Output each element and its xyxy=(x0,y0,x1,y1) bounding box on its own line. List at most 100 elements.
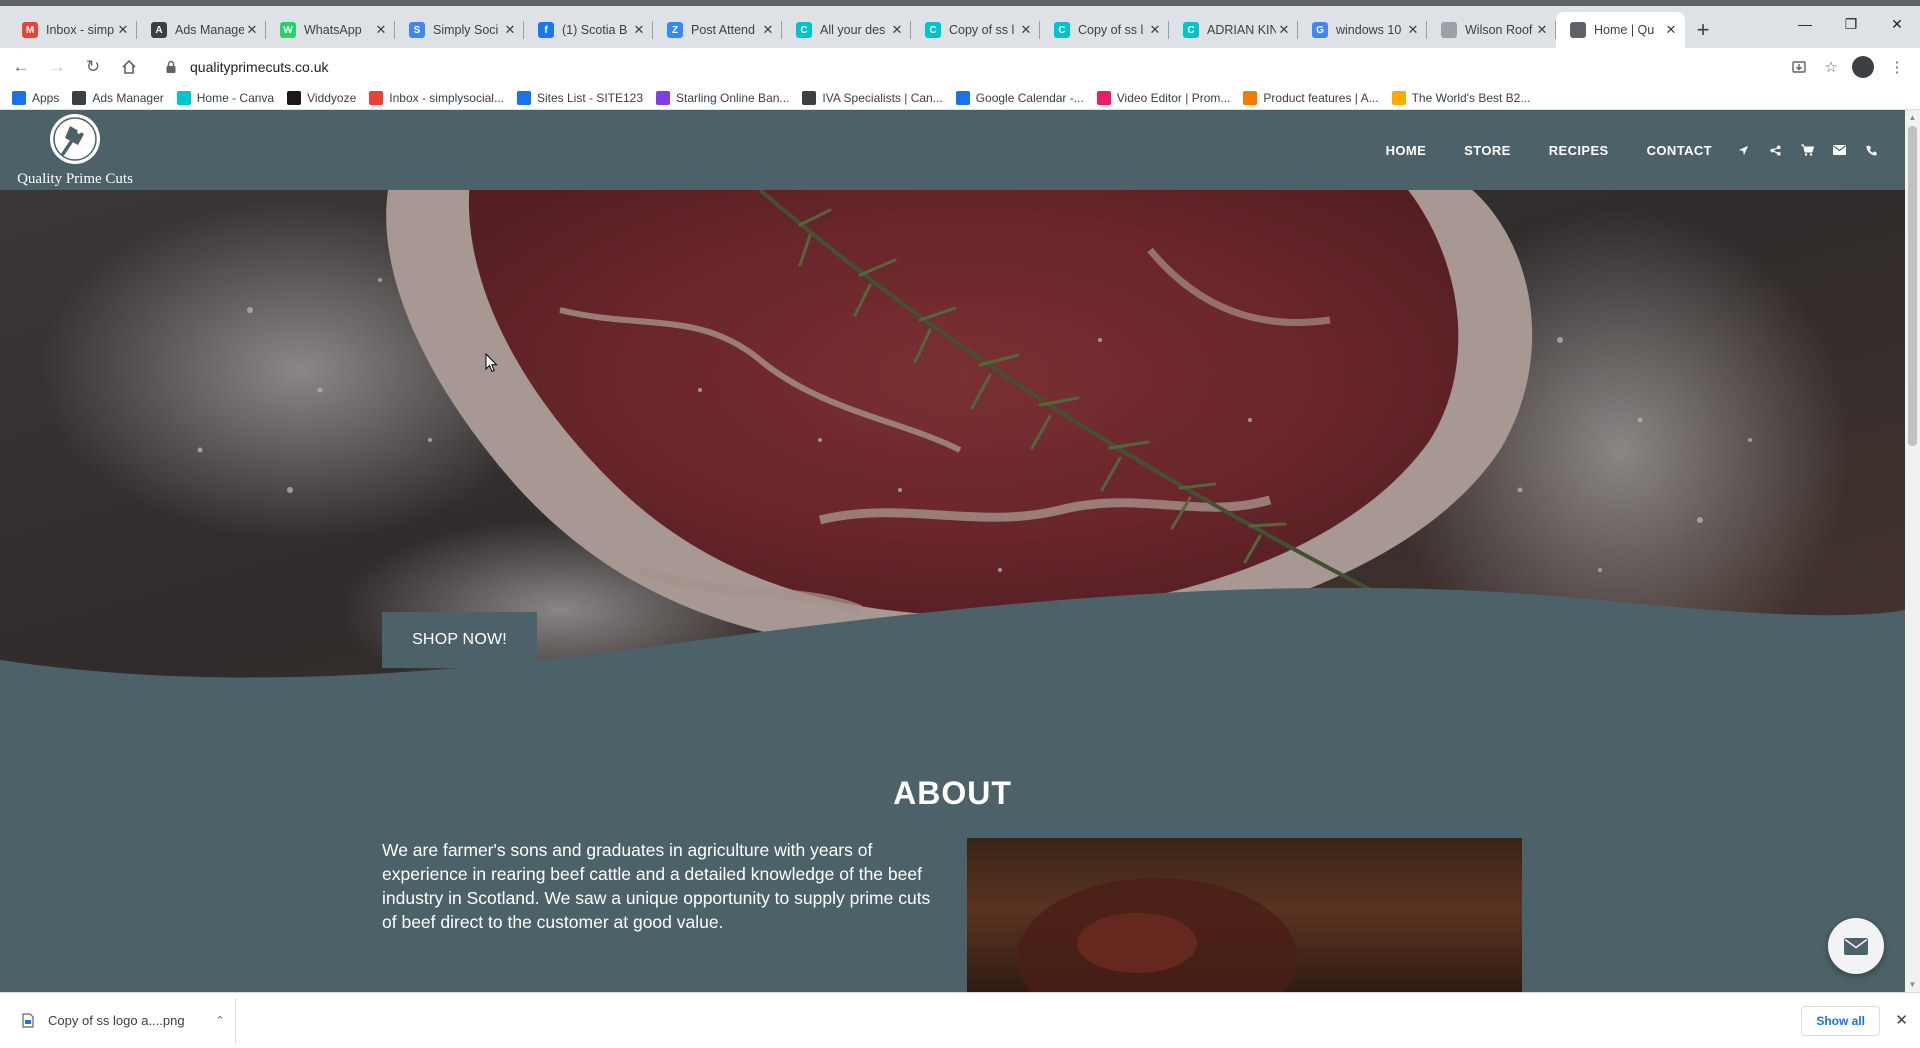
browser-tab[interactable]: A Ads Manager ✕ xyxy=(137,12,266,48)
bookmark-label: The World's Best B2... xyxy=(1411,90,1531,105)
browser-tab[interactable]: S Simply Soci ✕ xyxy=(395,12,524,48)
browser-tab[interactable]: Wilson Roof ✕ xyxy=(1427,12,1556,48)
browser-tab[interactable]: Z Post Attend ✕ xyxy=(653,12,782,48)
download-shelf: Copy of ss logo a....png ⌃ Show all ✕ xyxy=(0,992,1920,1048)
bookmark-item[interactable]: Apps xyxy=(12,90,59,105)
profile-avatar[interactable] xyxy=(1852,56,1874,78)
scroll-up-icon[interactable]: ▲ xyxy=(1908,113,1917,122)
globe-icon xyxy=(802,90,817,105)
close-window-icon[interactable]: ✕ xyxy=(1874,6,1920,42)
browser-tab[interactable]: M Inbox - simp ✕ xyxy=(8,12,137,48)
browser-tab[interactable]: f (1) Scotia B ✕ xyxy=(524,12,653,48)
bookmark-label: Viddyoze xyxy=(307,90,357,105)
google-icon: G xyxy=(1312,22,1328,38)
logo-text: Quality Prime Cuts xyxy=(17,171,133,187)
close-tab-icon[interactable]: ✕ xyxy=(1276,22,1292,38)
viddyoze-icon xyxy=(287,90,302,105)
new-tab-button[interactable]: + xyxy=(1685,12,1721,48)
browser-tab[interactable]: C All your des ✕ xyxy=(782,12,911,48)
close-tab-icon[interactable]: ✕ xyxy=(244,22,260,38)
window-controls: — ❐ ✕ xyxy=(1782,6,1920,42)
nav-recipes[interactable]: RECIPES xyxy=(1549,143,1609,158)
menu-kebab-icon[interactable]: ⋮ xyxy=(1882,52,1912,82)
docs-icon: S xyxy=(409,22,425,38)
close-tab-icon[interactable]: ✕ xyxy=(115,22,131,38)
nav-store[interactable]: STORE xyxy=(1464,143,1511,158)
browser-tab[interactable]: W WhatsApp ✕ xyxy=(266,12,395,48)
cart-icon[interactable] xyxy=(1800,143,1815,158)
tab-title: (1) Scotia B xyxy=(562,23,628,37)
tab-title: windows 10 xyxy=(1336,23,1402,37)
home-icon[interactable] xyxy=(114,52,144,82)
gmail-icon: M xyxy=(22,22,38,38)
close-tab-icon[interactable]: ✕ xyxy=(760,22,776,38)
cloud-icon xyxy=(1243,90,1258,105)
address-bar[interactable]: qualityprimecuts.co.uk xyxy=(152,52,1772,82)
close-tab-icon[interactable]: ✕ xyxy=(889,22,905,38)
close-tab-icon[interactable]: ✕ xyxy=(1405,22,1421,38)
minimize-icon[interactable]: — xyxy=(1782,6,1828,42)
show-all-button[interactable]: Show all xyxy=(1801,1006,1880,1036)
cleaver-logo-icon xyxy=(50,114,100,164)
hero-banner: SHOP NOW! xyxy=(0,190,1905,710)
site123-icon xyxy=(516,90,531,105)
close-icon[interactable]: ✕ xyxy=(1895,1011,1908,1029)
close-tab-icon[interactable]: ✕ xyxy=(631,22,647,38)
bookmark-item[interactable]: The World's Best B2... xyxy=(1391,90,1531,105)
tab-title: Wilson Roof xyxy=(1465,23,1533,37)
b2b-icon xyxy=(1391,90,1406,105)
url-text: qualityprimecuts.co.uk xyxy=(190,59,329,75)
chevron-up-icon[interactable]: ⌃ xyxy=(205,1014,235,1027)
close-tab-icon[interactable]: ✕ xyxy=(1534,22,1550,38)
envelope-icon[interactable] xyxy=(1832,143,1847,158)
bookmark-item[interactable]: Google Calendar -... xyxy=(955,90,1084,105)
phone-icon[interactable] xyxy=(1864,143,1879,158)
scrollbar-thumb[interactable] xyxy=(1908,126,1917,446)
apps-grid-icon xyxy=(12,90,26,105)
canva-icon: C xyxy=(1054,22,1070,38)
bookmark-item[interactable]: Home - Canva xyxy=(176,90,274,105)
bookmark-item[interactable]: Viddyoze xyxy=(287,90,357,105)
nav-home[interactable]: HOME xyxy=(1386,143,1427,158)
bookmark-item[interactable]: Ads Manager xyxy=(72,90,164,105)
close-tab-icon[interactable]: ✕ xyxy=(1663,22,1679,38)
tab-title: Home | Qu xyxy=(1594,23,1655,37)
close-tab-icon[interactable]: ✕ xyxy=(1018,22,1034,38)
contact-chat-button[interactable] xyxy=(1828,918,1884,974)
shop-now-button[interactable]: SHOP NOW! xyxy=(382,612,537,668)
reload-icon[interactable]: ↻ xyxy=(78,52,108,82)
tab-title: Copy of ss l xyxy=(949,23,1015,37)
page-viewport: Quality Prime Cuts HOME STORE RECIPES CO… xyxy=(0,110,1905,992)
site-logo[interactable]: Quality Prime Cuts xyxy=(14,112,136,188)
close-tab-icon[interactable]: ✕ xyxy=(373,22,389,38)
bookmark-item[interactable]: Video Editor | Prom... xyxy=(1096,90,1230,105)
back-icon[interactable]: ← xyxy=(6,52,36,82)
browser-tab[interactable]: C Copy of ss l ✕ xyxy=(911,12,1040,48)
scroll-down-icon[interactable]: ▼ xyxy=(1908,980,1917,989)
bookmark-item[interactable]: IVA Specialists | Can... xyxy=(802,90,943,105)
location-arrow-icon[interactable] xyxy=(1736,143,1751,158)
install-icon[interactable] xyxy=(1784,52,1814,82)
browser-tab[interactable]: C ADRIAN KIN ✕ xyxy=(1169,12,1298,48)
bookmark-label: IVA Specialists | Can... xyxy=(822,90,943,105)
browser-tab[interactable]: C Copy of ss l ✕ xyxy=(1040,12,1169,48)
forward-icon[interactable]: → xyxy=(42,52,72,82)
bookmark-star-icon[interactable]: ☆ xyxy=(1816,52,1846,82)
close-tab-icon[interactable]: ✕ xyxy=(1147,22,1163,38)
main-nav: HOME STORE RECIPES CONTACT xyxy=(1348,110,1879,190)
browser-tab[interactable]: Home | Qu ✕ xyxy=(1556,12,1685,48)
tab-title: Simply Soci xyxy=(433,23,499,37)
download-item[interactable]: Copy of ss logo a....png ⌃ xyxy=(0,997,236,1044)
restore-icon[interactable]: ❐ xyxy=(1828,6,1874,42)
browser-tab[interactable]: Gwindows 10 ✕ xyxy=(1298,12,1427,48)
bookmark-item[interactable]: Sites List - SITE123 xyxy=(516,90,643,105)
bookmark-item[interactable]: Starling Online Ban... xyxy=(656,90,789,105)
bookmark-item[interactable]: Inbox - simplysocial... xyxy=(369,90,504,105)
close-tab-icon[interactable]: ✕ xyxy=(502,22,518,38)
zoom-icon: Z xyxy=(667,22,683,38)
page-scrollbar[interactable]: ▲ ▼ xyxy=(1905,110,1920,992)
nav-contact[interactable]: CONTACT xyxy=(1647,143,1712,158)
bookmark-item[interactable]: Product features | A... xyxy=(1243,90,1379,105)
share-icon[interactable] xyxy=(1768,143,1783,158)
mouse-cursor xyxy=(485,353,498,373)
